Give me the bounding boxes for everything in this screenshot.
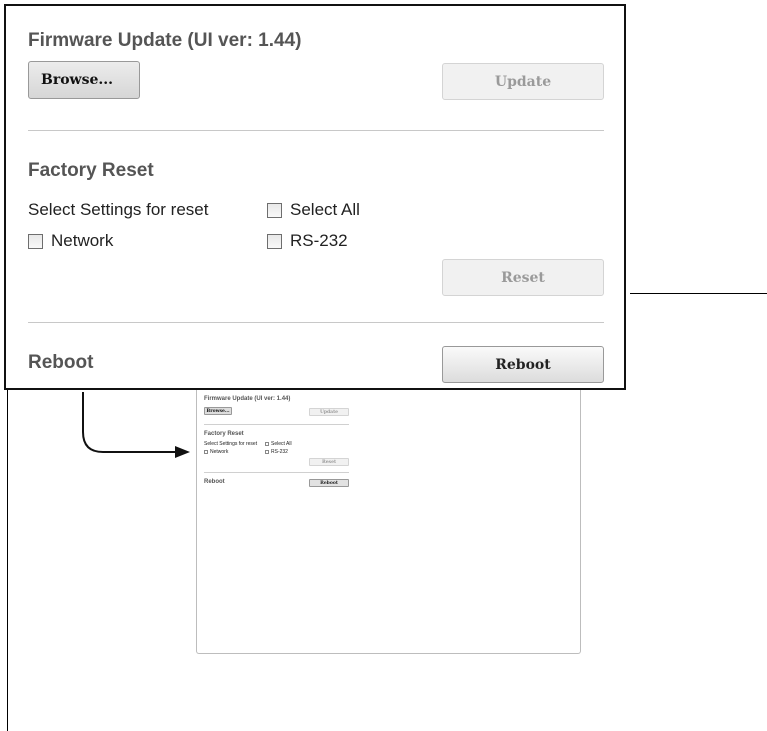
firmware-update-title: Firmware Update (UI ver: 1.44) <box>28 30 302 51</box>
update-button[interactable]: Update <box>442 63 604 100</box>
rs232-label: RS-232 <box>290 231 348 250</box>
rs232-option[interactable]: RS-232 <box>267 231 348 251</box>
section-divider <box>28 322 604 323</box>
factory-reset-title: Factory Reset <box>28 160 154 181</box>
browse-button[interactable]: Browse... <box>28 61 140 99</box>
rs232-checkbox[interactable] <box>267 233 282 249</box>
select-all-checkbox[interactable] <box>267 202 282 218</box>
network-option[interactable]: Network <box>28 231 113 251</box>
reboot-title: Reboot <box>28 352 94 373</box>
reboot-button[interactable]: Reboot <box>442 346 604 383</box>
select-all-label: Select All <box>290 200 360 219</box>
arrow-head-icon <box>175 446 190 458</box>
section-divider <box>28 130 604 131</box>
zoomed-settings-panel: Firmware Update (UI ver: 1.44) Browse...… <box>4 4 626 390</box>
network-checkbox[interactable] <box>28 233 43 249</box>
select-all-option[interactable]: Select All <box>267 200 360 220</box>
network-label: Network <box>51 231 114 250</box>
reset-button[interactable]: Reset <box>442 259 604 296</box>
select-settings-label: Select Settings for reset <box>28 200 209 219</box>
